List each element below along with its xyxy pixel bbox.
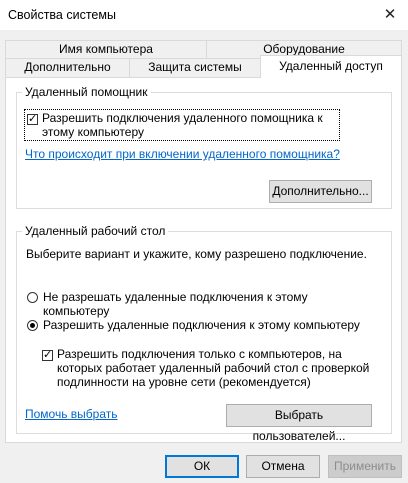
tab-advanced[interactable]: Дополнительно bbox=[5, 58, 130, 78]
nla-checkbox[interactable]: ✓ Разрешить подключения только с компьют… bbox=[40, 347, 385, 395]
remote-desktop-legend: Удаленный рабочий стол bbox=[22, 224, 169, 238]
remote-assistance-checkbox-label: Разрешить подключения удаленного помощни… bbox=[42, 111, 323, 139]
radio-deny-label: Не разрешать удаленные подключения к это… bbox=[43, 290, 308, 318]
checkmark-icon: ✓ bbox=[27, 113, 38, 125]
advanced-button[interactable]: Дополнительно... bbox=[269, 180, 372, 203]
tab-label: Защита системы bbox=[148, 60, 242, 74]
tab-label: Удаленный доступ bbox=[279, 59, 383, 73]
help-choose-link[interactable]: Помочь выбрать bbox=[25, 407, 118, 421]
close-icon[interactable]: ✕ bbox=[378, 2, 402, 26]
radio-unselected-icon bbox=[27, 292, 38, 303]
tab-label: Дополнительно bbox=[24, 60, 111, 74]
remote-assistance-legend: Удаленный помощник bbox=[22, 85, 151, 99]
radio-allow-connections[interactable]: Разрешить удаленные подключения к этому … bbox=[25, 318, 365, 334]
nla-checkbox-label: Разрешить подключения только с компьютер… bbox=[57, 347, 370, 389]
tab-label: Имя компьютера bbox=[59, 42, 153, 56]
radio-selected-icon bbox=[27, 320, 38, 331]
remote-desktop-instruction: Выберите вариант и укажите, кому разреше… bbox=[26, 247, 367, 261]
radio-deny-connections[interactable]: Не разрешать удаленные подключения к это… bbox=[25, 290, 365, 318]
cancel-button[interactable]: Отмена bbox=[246, 455, 320, 478]
tab-system-protection[interactable]: Защита системы bbox=[129, 58, 261, 78]
ok-button[interactable]: ОК bbox=[165, 455, 239, 478]
tab-remote-access[interactable]: Удаленный доступ bbox=[260, 55, 402, 78]
select-users-button[interactable]: Выбрать пользователей... bbox=[226, 404, 372, 443]
radio-allow-label: Разрешить удаленные подключения к этому … bbox=[43, 318, 360, 332]
tab-computer-name[interactable]: Имя компьютера bbox=[5, 40, 207, 59]
checkmark-icon: ✓ bbox=[42, 349, 53, 361]
apply-button[interactable]: Применить bbox=[328, 455, 402, 478]
window-title: Свойства системы bbox=[8, 8, 116, 22]
tab-label: Оборудование bbox=[263, 42, 345, 56]
remote-assistance-help-link[interactable]: Что происходит при включении удаленного … bbox=[25, 147, 340, 161]
remote-assistance-checkbox[interactable]: ✓ Разрешить подключения удаленного помощ… bbox=[24, 109, 340, 141]
